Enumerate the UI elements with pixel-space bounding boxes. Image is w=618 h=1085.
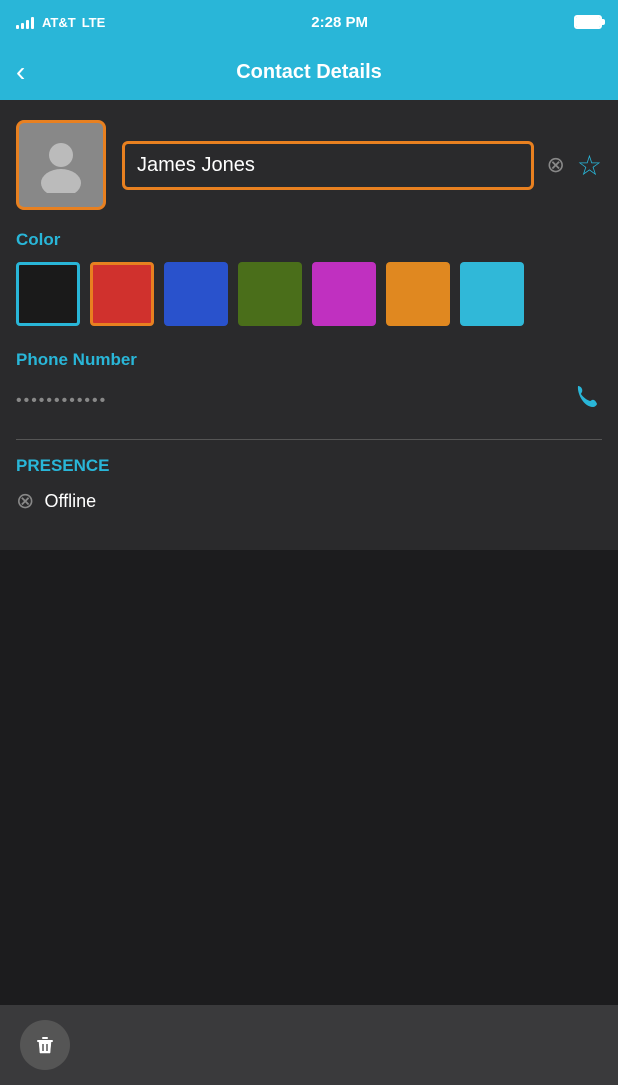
offline-icon: ⊗ (16, 488, 34, 514)
presence-label: PRESENCE (16, 456, 602, 476)
color-swatch-cyan[interactable] (460, 262, 524, 326)
network-label: LTE (82, 15, 106, 30)
color-swatch-red[interactable] (90, 262, 154, 326)
color-swatches (16, 262, 602, 326)
signal-bar-1 (16, 25, 19, 29)
signal-bars (16, 15, 34, 29)
name-input-wrapper (122, 141, 534, 190)
phone-number-value: •••••••••••• (16, 392, 556, 410)
favorite-button[interactable]: ☆ (577, 149, 602, 182)
clear-name-button[interactable]: ⊗ (546, 152, 564, 178)
battery-fill (576, 17, 600, 27)
back-button[interactable]: ‹ (16, 58, 25, 86)
carrier-label: AT&T (42, 15, 76, 30)
color-swatch-olive[interactable] (238, 262, 302, 326)
contact-name-input[interactable] (137, 154, 519, 177)
contact-header: ⊗ ☆ (16, 120, 602, 210)
status-time: 2:28 PM (311, 14, 368, 31)
status-right (574, 15, 602, 29)
content-area: ⊗ ☆ Color Phone Number •••••••••••• PRES… (0, 100, 618, 550)
call-button[interactable] (572, 382, 602, 419)
color-section-label: Color (16, 230, 602, 250)
color-swatch-purple[interactable] (312, 262, 376, 326)
delete-button[interactable] (20, 1020, 70, 1070)
presence-status: ⊗ Offline (16, 488, 602, 514)
status-left: AT&T LTE (16, 15, 105, 30)
phone-row: •••••••••••• (16, 382, 602, 419)
presence-section: PRESENCE ⊗ Offline (16, 456, 602, 514)
page-title: Contact Details (236, 61, 382, 84)
color-swatch-orange[interactable] (386, 262, 450, 326)
battery-icon (574, 15, 602, 29)
signal-bar-2 (21, 23, 24, 29)
color-swatch-blue[interactable] (164, 262, 228, 326)
avatar[interactable] (16, 120, 106, 210)
presence-status-label: Offline (44, 491, 96, 512)
phone-section-label: Phone Number (16, 350, 602, 370)
nav-bar: ‹ Contact Details (0, 44, 618, 100)
status-bar: AT&T LTE 2:28 PM (0, 0, 618, 44)
name-area: ⊗ ☆ (122, 141, 602, 190)
divider (16, 439, 602, 440)
bottom-bar (0, 1005, 618, 1085)
signal-bar-3 (26, 20, 29, 29)
color-swatch-black[interactable] (16, 262, 80, 326)
avatar-person-icon (31, 133, 91, 198)
signal-bar-4 (31, 17, 34, 29)
